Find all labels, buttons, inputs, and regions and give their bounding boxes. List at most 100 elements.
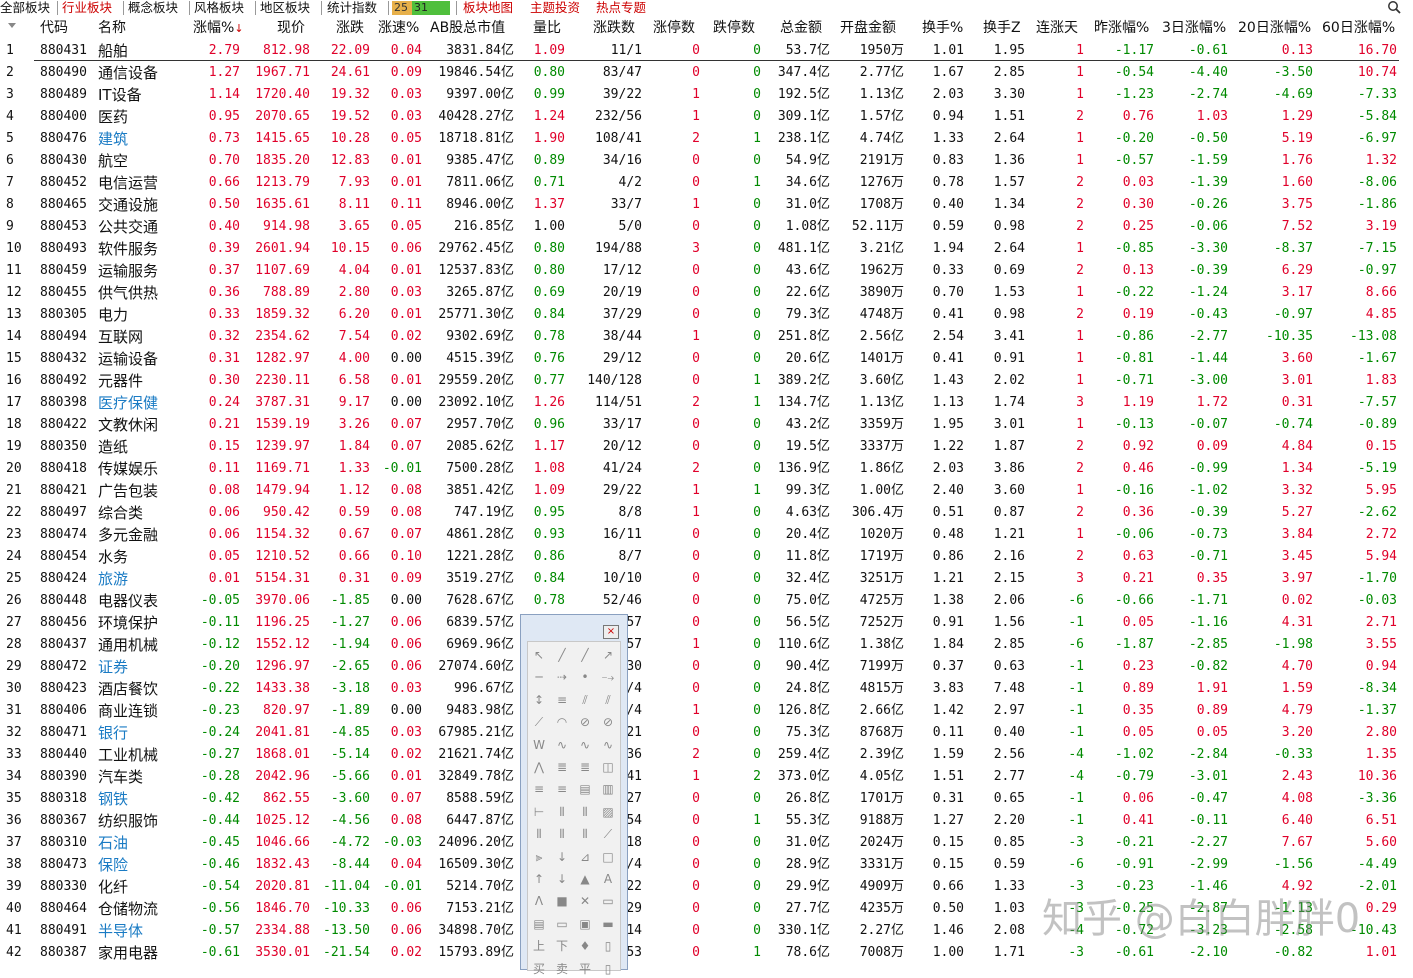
bars2-tool-icon[interactable]: ⦀ [553, 825, 571, 843]
col-header-60day-change[interactable]: 60日涨幅% [1322, 19, 1395, 37]
table-row[interactable]: 6 880430 航空 0.70 1835.20 12.83 0.01 9385.47亿 0.8… [0, 150, 1413, 172]
sell-mark-icon[interactable]: 卖 [553, 960, 571, 978]
col-header-limit-down[interactable]: 跌停数 [713, 19, 755, 37]
tab-region-sectors[interactable]: 地区板块 [260, 0, 310, 16]
pointer-tool-icon[interactable]: ↖ [530, 646, 548, 664]
wave2-tool-icon[interactable]: ∿ [576, 736, 594, 754]
up-mark-icon[interactable]: ↑ [530, 870, 548, 888]
delete-tool-icon[interactable]: ✕ [576, 892, 594, 910]
table-row[interactable]: 36 880367 纺织服饰 -0.44 1025.12 -4.56 0.08 6447.87… [0, 810, 1413, 832]
cycle3-tool-icon[interactable]: ⦀ [576, 803, 594, 821]
col-header-price[interactable]: 现价 [277, 19, 305, 37]
col-header-20day-change[interactable]: 20日涨幅% [1238, 19, 1311, 37]
line-tool-icon[interactable]: ╱ [553, 646, 571, 664]
arc-tool-icon[interactable]: ◠ [553, 713, 571, 731]
table-row[interactable]: 9 880453 公共交通 0.40 914.98 3.65 0.05 216.85亿 1.00… [0, 216, 1413, 238]
table-row[interactable]: 4 880400 医药 0.95 2070.65 19.52 0.03 40428.27亿 1.… [0, 106, 1413, 128]
segment-tool-icon[interactable]: ⇢ [553, 668, 571, 686]
tab-style-sectors[interactable]: 风格板块 [194, 0, 244, 16]
arrow-tool-icon[interactable]: ↗ [599, 646, 617, 664]
table-row[interactable]: 26 880448 电器仪表 -0.05 3970.06 -1.85 0.00 7628.67… [0, 590, 1413, 612]
cycle2-tool-icon[interactable]: ⦀ [553, 803, 571, 821]
table-row[interactable]: 3 880489 IT设备 1.14 1720.40 19.32 0.03 9397.00亿 0… [0, 84, 1413, 106]
buy-mark-icon[interactable]: 买 [530, 960, 548, 978]
table-row[interactable]: 30 880423 酒店餐饮 -0.22 1433.38 -3.18 0.03 996.67亿… [0, 678, 1413, 700]
table-row[interactable]: 38 880473 保险 -0.46 1832.43 -8.44 0.04 16509.30亿… [0, 854, 1413, 876]
image-tool-icon[interactable]: ▣ [576, 915, 594, 933]
table-row[interactable]: 5 880476 建筑 0.73 1415.65 10.28 0.05 18718.81亿 1.… [0, 128, 1413, 150]
frame-tool-icon[interactable]: ▭ [599, 892, 617, 910]
grid2-tool-icon[interactable]: ▥ [599, 780, 617, 798]
tab-industry-sectors[interactable]: 行业板块 [62, 0, 112, 16]
fibonacci-tool-icon[interactable]: ≣ [553, 758, 571, 776]
bars3-tool-icon[interactable]: ⦀ [576, 825, 594, 843]
table-row[interactable]: 11 880459 运输服务 0.37 1107.69 4.04 0.01 12537.83亿… [0, 260, 1413, 282]
hline-tool-icon[interactable]: ─ [530, 668, 548, 686]
col-header-turnover[interactable]: 换手% [922, 19, 963, 37]
vline-tool-icon[interactable]: ↕ [530, 691, 548, 709]
table-row[interactable]: 37 880310 石油 -0.45 1046.66 -4.72 -0.03 24096.20… [0, 832, 1413, 854]
col-header-turnover-z[interactable]: 换手Z [983, 19, 1021, 37]
up-label-icon[interactable]: 上 [530, 937, 548, 955]
table-row[interactable]: 14 880494 互联网 0.32 2354.62 7.54 0.02 9302.69亿 0.… [0, 326, 1413, 348]
table-row[interactable]: 35 880318 钢铁 -0.42 862.55 -3.60 0.07 8588.59亿 27… [0, 788, 1413, 810]
tab-statistic-index[interactable]: 统计指数 [327, 0, 377, 16]
bars-tool-icon[interactable]: ⦀ [530, 825, 548, 843]
rect-tool-icon[interactable]: □ [599, 848, 617, 866]
note-tool-icon[interactable]: ▤ [530, 915, 548, 933]
table-row[interactable]: 2 880490 通信设备 1.27 1967.71 24.61 0.09 19846.54亿… [0, 62, 1413, 84]
box-tool-icon[interactable]: ◫ [599, 758, 617, 776]
table-row[interactable]: 27 880456 环境保护 -0.11 1196.25 -1.27 0.06 6839.57… [0, 612, 1413, 634]
parallel-tool-icon[interactable]: ≡ [553, 691, 571, 709]
table-row[interactable]: 23 880474 多元金融 0.06 1154.32 0.67 0.07 4861.28亿 0… [0, 524, 1413, 546]
table-row[interactable]: 28 880437 通用机械 -0.12 1552.12 -1.94 0.06 6969.96… [0, 634, 1413, 656]
channel-tool-icon[interactable]: ⫽ [576, 691, 594, 709]
col-header-up-days[interactable]: 连涨天 [1036, 19, 1078, 37]
col-header-amount[interactable]: 总金额 [780, 19, 822, 37]
search-icon[interactable] [1387, 0, 1401, 14]
dot-tool-icon[interactable]: • [576, 668, 594, 686]
circle-tool-icon[interactable]: ⊘ [576, 713, 594, 731]
slope-tool-icon[interactable]: ⟋ [530, 713, 548, 731]
table-row[interactable]: 15 880432 运输设备 0.31 1282.97 4.00 0.00 4515.39亿 0… [0, 348, 1413, 370]
table-row[interactable]: 29 880472 证券 -0.20 1296.97 -2.65 0.06 27074.60亿… [0, 656, 1413, 678]
table-row[interactable]: 19 880350 造纸 0.15 1239.97 1.84 0.07 2085.62亿 1.1… [0, 436, 1413, 458]
table-row[interactable]: 17 880398 医疗保健 0.24 3787.31 9.17 0.00 23092.10亿… [0, 392, 1413, 414]
bar-tool-icon[interactable]: ▬ [599, 915, 617, 933]
table-row[interactable]: 16 880492 元器件 0.30 2230.11 6.58 0.01 29559.20亿 0… [0, 370, 1413, 392]
col-header-speed[interactable]: 涨速% [378, 19, 419, 37]
table-row[interactable]: 18 880422 文教休闲 0.21 1539.19 3.26 0.07 2957.70亿 0… [0, 414, 1413, 436]
table-row[interactable]: 33 880440 工业机械 -0.27 1868.01 -5.14 0.02 21621.7… [0, 744, 1413, 766]
speed-tool-icon[interactable]: ⫸ [530, 848, 548, 866]
column-menu-icon[interactable] [8, 23, 16, 28]
table-row[interactable]: 12 880455 供气供热 0.36 788.89 2.80 0.03 3265.87亿 0.… [0, 282, 1413, 304]
table-row[interactable]: 34 880390 汽车类 -0.28 2042.96 -5.66 0.01 32849.78… [0, 766, 1413, 788]
flag-tool-icon[interactable]: ♦ [576, 937, 594, 955]
blank-tool-icon[interactable]: ▯ [599, 937, 617, 955]
gann-tool-icon[interactable]: ≡ [530, 780, 548, 798]
blank2-tool-icon[interactable]: ▯ [599, 960, 617, 978]
down-label-icon[interactable]: 下 [553, 937, 571, 955]
text2-tool-icon[interactable]: Ʌ [530, 892, 548, 910]
table-row[interactable]: 21 880421 广告包装 0.08 1479.94 1.12 0.08 3851.42亿 1… [0, 480, 1413, 502]
col-header-change[interactable]: 涨跌 [336, 19, 364, 37]
col-header-updown-count[interactable]: 涨跌数 [593, 19, 635, 37]
up-triangle-icon[interactable]: ▲ [576, 870, 594, 888]
tab-theme-invest[interactable]: 主题投资 [530, 0, 580, 16]
text-tool-icon[interactable]: A [599, 870, 617, 888]
table-row[interactable]: 8 880465 交通设施 0.50 1635.61 8.11 0.11 8946.00亿 1.… [0, 194, 1413, 216]
ellipse-tool-icon[interactable]: ⊘ [599, 713, 617, 731]
down-arrow-tool-icon[interactable]: ↓ [553, 848, 571, 866]
col-header-code[interactable]: 代码 [40, 19, 68, 37]
col-header-prev-change[interactable]: 昨涨幅% [1094, 19, 1149, 37]
tab-all-sectors[interactable]: 全部板块 [0, 0, 50, 16]
col-header-change-pct[interactable]: 涨幅%↓ [193, 19, 244, 37]
arrowline-tool-icon[interactable]: ⤍ [599, 668, 617, 686]
angle-tool-icon[interactable]: ⟋ [599, 825, 617, 843]
col-header-mktcap[interactable]: AB股总市值 [430, 19, 505, 37]
channel2-tool-icon[interactable]: ⫽ [599, 691, 617, 709]
table-row[interactable]: 22 880497 综合类 0.06 950.42 0.59 0.08 747.19亿 0.95… [0, 502, 1413, 524]
down-mark-icon[interactable]: ↓ [553, 870, 571, 888]
triangle-tool-icon[interactable]: ⊿ [576, 848, 594, 866]
table-row[interactable]: 20 880418 传媒娱乐 0.11 1169.71 1.33 -0.01 7500.28亿… [0, 458, 1413, 480]
